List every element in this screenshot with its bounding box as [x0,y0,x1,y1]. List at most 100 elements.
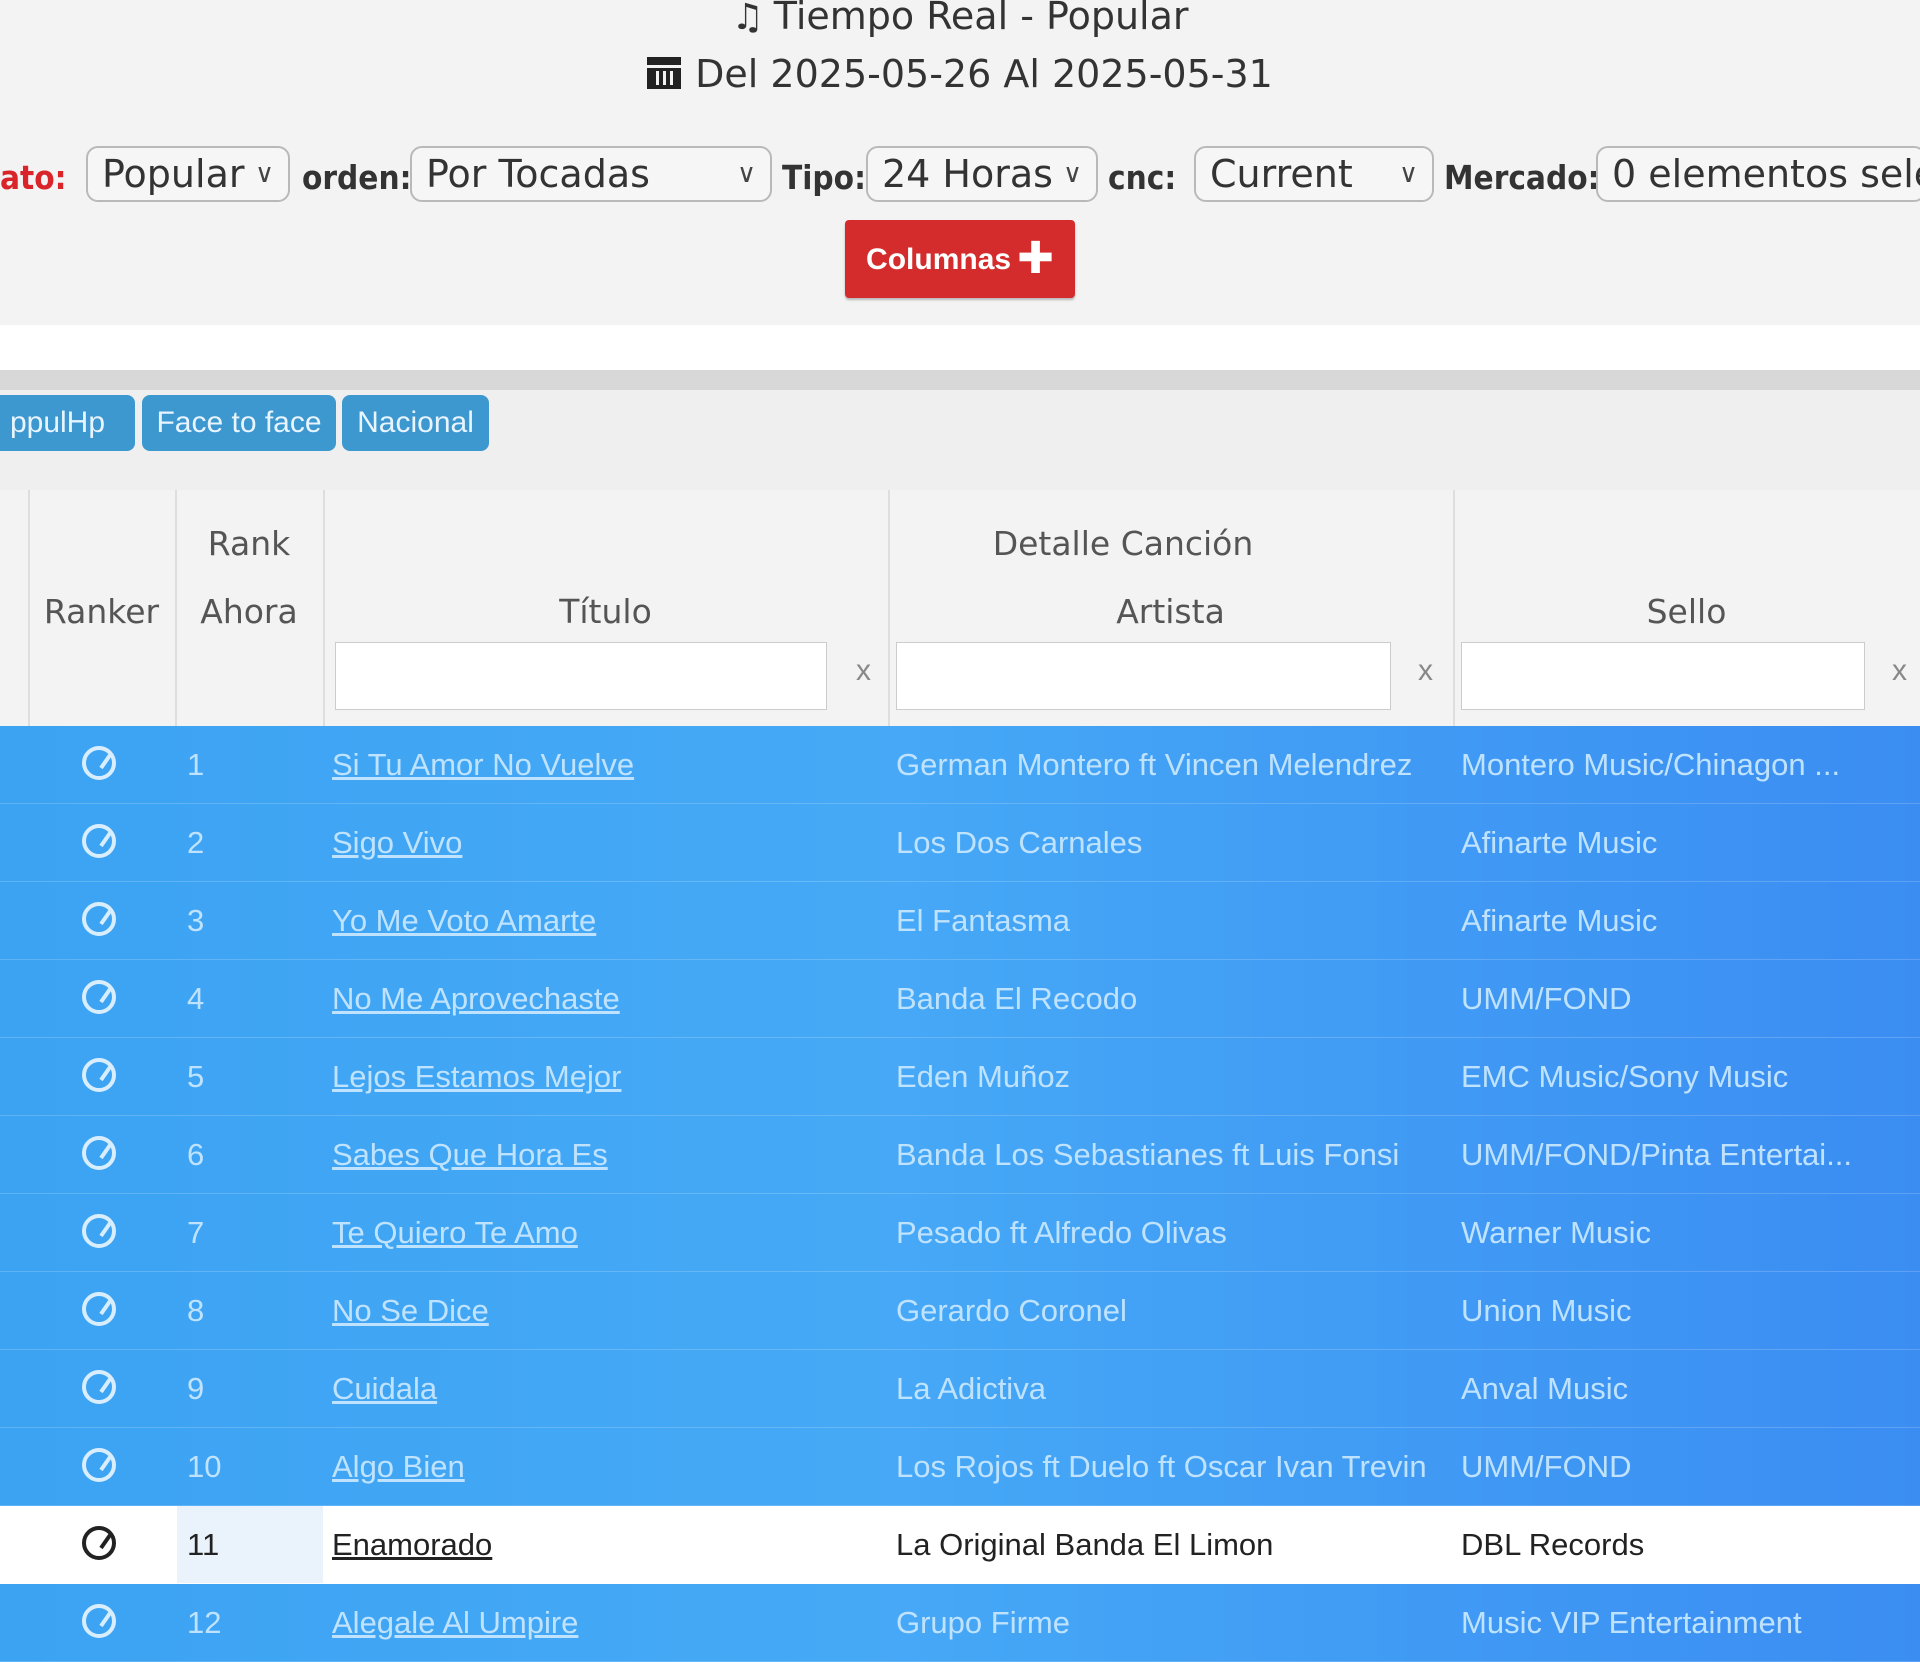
title-link[interactable]: Enamorado [332,1506,880,1583]
gauge-icon[interactable] [82,902,116,936]
gauge-icon[interactable] [82,1526,116,1560]
divider-rule [0,370,1920,390]
gauge-icon[interactable] [82,1370,116,1404]
filter-bar: ato: Popular ∨ orden: Por Tocadas ∨ Tipo: … [0,146,1920,202]
gauge-icon[interactable] [82,1136,116,1170]
artist-cell: Banda Los Sebastianes ft Luis Fonsi [896,1137,1400,1172]
artist-cell: El Fantasma [896,903,1071,938]
cnc-label: cnc: [1108,158,1177,197]
tag-bar: ppulHp Face to face Nacional [0,390,1920,490]
gauge-icon[interactable] [82,1292,116,1326]
header-ahora[interactable]: Ahora [175,592,323,631]
cnc-select[interactable]: Current ∨ [1194,146,1434,202]
rank-cell: 10 [187,1449,222,1484]
table-row[interactable]: 4 No Me Aprovechaste Banda El Recodo UMM/FO… [0,960,1920,1038]
title-link[interactable]: No Se Dice [332,1272,880,1349]
title-link[interactable]: Sigo Vivo [332,804,880,881]
gauge-icon[interactable] [82,980,116,1014]
title-link[interactable]: Cuidala [332,1350,880,1427]
date-range: Del 2025-05-26 Al 2025-05-31 [0,52,1920,96]
chevron-down-icon: ∨ [254,159,274,189]
titulo-filter-clear-icon[interactable]: x [856,654,871,688]
column-filter-row: x x x [0,640,1920,716]
header-titulo[interactable]: Título [323,592,888,631]
gauge-icon[interactable] [82,1448,116,1482]
gauge-icon[interactable] [82,1604,116,1638]
rank-cell: 4 [187,981,205,1016]
orden-select[interactable]: Por Tocadas ∨ [410,146,772,202]
rank-cell: 7 [187,1215,205,1250]
table-row[interactable]: 11 Enamorado La Original Banda El Limon DBL… [0,1506,1920,1584]
artist-cell: Banda El Recodo [896,981,1138,1016]
gauge-icon[interactable] [82,1214,116,1248]
tipo-label: Tipo: [782,158,866,197]
title-link[interactable]: Yo Me Voto Amarte [332,882,880,959]
title-link[interactable]: Algo Bien [332,1428,880,1505]
rank-cell: 12 [187,1605,222,1640]
label-cell: Montero Music/Chinagon ... [1461,747,1841,782]
page-header: ♫ Tiempo Real - Popular Del 2025-05-26 Al… [0,0,1920,325]
sello-filter-clear-icon[interactable]: x [1892,654,1907,688]
tag-button-face-to-face[interactable]: Face to face [142,395,336,451]
titulo-filter-input[interactable] [335,642,827,710]
table-row[interactable]: 7 Te Quiero Te Amo Pesado ft Alfredo Oliva… [0,1194,1920,1272]
label-cell: Music VIP Entertainment [1461,1605,1802,1640]
formato-label: ato: [0,158,67,197]
table-row[interactable]: 3 Yo Me Voto Amarte El Fantasma Afinarte Mu… [0,882,1920,960]
tipo-select[interactable]: 24 Horas ∨ [866,146,1098,202]
artista-filter-input[interactable] [896,642,1391,710]
artist-cell: La Original Banda El Limon [896,1527,1274,1562]
formato-select[interactable]: Popular ∨ [86,146,290,202]
table-row[interactable]: 2 Sigo Vivo Los Dos Carnales Afinarte Music [0,804,1920,882]
artista-filter-clear-icon[interactable]: x [1418,654,1433,688]
artist-cell: La Adictiva [896,1371,1046,1406]
calendar-icon [647,57,682,89]
group-header-song: Detalle Canción [992,524,1254,563]
title-link[interactable]: Alegale Al Umpire [332,1584,880,1661]
artist-cell: German Montero ft Vincen Melendrez [896,747,1413,782]
mercado-select[interactable]: 0 elementos selec [1596,146,1920,202]
rank-cell: 1 [187,747,205,782]
table-row[interactable]: 9 Cuidala La Adictiva Anval Music [0,1350,1920,1428]
label-cell: UMM/FOND/Pinta Entertai... [1461,1137,1853,1172]
table-body: 1 Si Tu Amor No Vuelve German Montero ft V… [0,726,1920,1662]
table-row[interactable]: 5 Lejos Estamos Mejor Eden Muñoz EMC Music/… [0,1038,1920,1116]
group-header-rank: Rank [207,524,291,563]
title-link[interactable]: Si Tu Amor No Vuelve [332,726,880,803]
rank-cell: 11 [177,1506,323,1583]
title-link[interactable]: Sabes Que Hora Es [332,1116,880,1193]
header-artista[interactable]: Artista [888,592,1453,631]
label-cell: Afinarte Music [1461,903,1658,938]
title-link[interactable]: Te Quiero Te Amo [332,1194,880,1271]
page-title: ♫ Tiempo Real - Popular [0,0,1920,38]
tag-button-1[interactable]: ppulHp [0,395,135,451]
music-note-icon: ♫ [731,0,764,38]
title-link[interactable]: Lejos Estamos Mejor [332,1038,880,1115]
gauge-icon[interactable] [82,746,116,780]
rank-cell: 5 [187,1059,205,1094]
sello-filter-input[interactable] [1461,642,1865,710]
artist-cell: Los Rojos ft Duelo ft Oscar Ivan Trevin [896,1449,1427,1484]
table-row[interactable]: 1 Si Tu Amor No Vuelve German Montero ft V… [0,726,1920,804]
table-row[interactable]: 6 Sabes Que Hora Es Banda Los Sebastianes … [0,1116,1920,1194]
title-link[interactable]: No Me Aprovechaste [332,960,880,1037]
plus-icon: ✚ [1017,234,1054,283]
chevron-down-icon: ∨ [1062,159,1082,189]
ranking-table: Rank Detalle Canción Ranker Ahora Título… [0,490,1920,1662]
label-cell: UMM/FOND [1461,1449,1632,1484]
table-row[interactable]: 8 No Se Dice Gerardo Coronel Union Music [0,1272,1920,1350]
gauge-icon[interactable] [82,1058,116,1092]
divider-band [0,325,1920,370]
orden-label: orden: [302,158,412,197]
table-row[interactable]: 12 Alegale Al Umpire Grupo Firme Music VIP … [0,1584,1920,1662]
header-ranker[interactable]: Ranker [28,592,175,631]
artist-cell: Pesado ft Alfredo Olivas [896,1215,1227,1250]
label-cell: UMM/FOND [1461,981,1632,1016]
columns-button[interactable]: Columnas ✚ [845,220,1075,298]
artist-cell: Eden Muñoz [896,1059,1071,1094]
tag-button-nacional[interactable]: Nacional [342,395,489,451]
table-row[interactable]: 10 Algo Bien Los Rojos ft Duelo ft Oscar I… [0,1428,1920,1506]
header-sello[interactable]: Sello [1453,592,1920,631]
gauge-icon[interactable] [82,824,116,858]
rank-cell: 8 [187,1293,205,1328]
